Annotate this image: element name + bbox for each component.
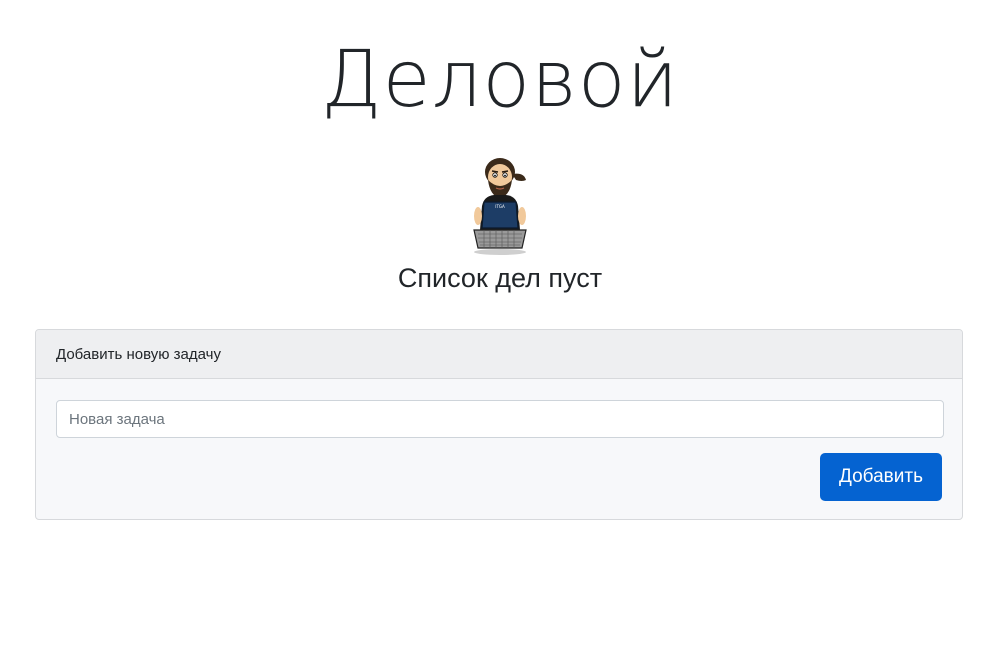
page-title: Деловой xyxy=(321,35,679,125)
empty-list-message: Список дел пуст xyxy=(397,263,603,293)
new-task-input[interactable] xyxy=(56,400,944,438)
add-task-card-header: Добавить новую задачу xyxy=(36,330,962,379)
programmer-mascot-icon: ITGA xyxy=(460,150,540,258)
svg-text:ITGA: ITGA xyxy=(495,204,505,209)
add-task-button[interactable]: Добавить xyxy=(820,453,942,501)
add-task-card: Добавить новую задачу Добавить xyxy=(35,329,963,520)
